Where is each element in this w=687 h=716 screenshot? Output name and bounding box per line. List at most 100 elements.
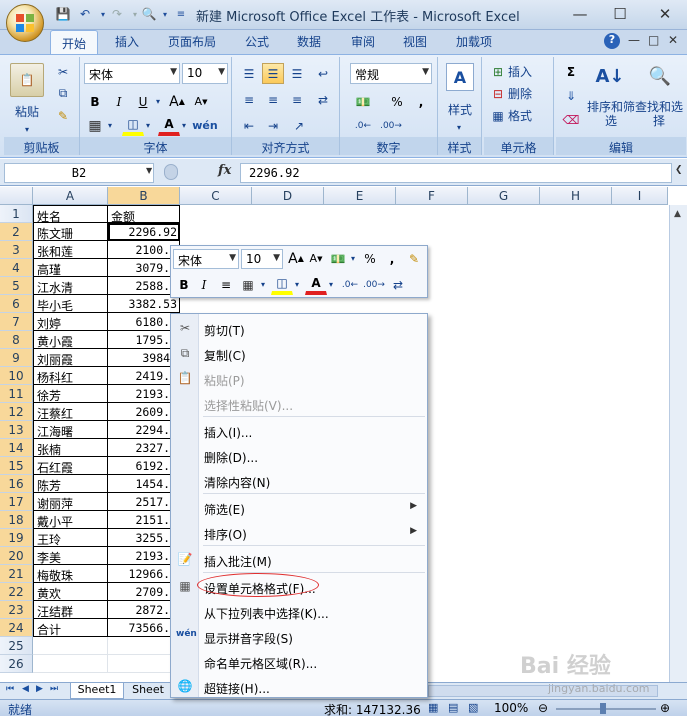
undo-icon[interactable]: ↶ — [76, 5, 94, 23]
format-cells-button[interactable]: 格式 — [508, 105, 532, 126]
format-painter-icon[interactable]: ✎ — [52, 105, 74, 126]
cell-name[interactable]: 李美 — [33, 547, 108, 565]
vertical-scrollbar[interactable]: ▲ — [669, 205, 687, 682]
chevron-down-icon[interactable]: ▼ — [422, 67, 429, 77]
font-size-combo[interactable]: 10 ▼ — [182, 63, 228, 84]
row-header[interactable]: 1 — [0, 205, 33, 223]
increase-decimal-icon[interactable]: .0← — [352, 115, 374, 136]
mini-bold-icon[interactable]: B — [173, 274, 195, 295]
chevron-down-icon[interactable]: ▼ — [218, 67, 225, 77]
align-middle-icon[interactable]: ☰ — [262, 63, 284, 84]
save-icon[interactable]: 💾 — [54, 5, 72, 23]
zoom-out-icon[interactable]: ⊖ — [538, 701, 548, 715]
sort-filter-icon[interactable]: A↓ — [592, 61, 628, 91]
menu-item-cut[interactable]: ✂ 剪切(T) — [171, 318, 427, 342]
tab-formulas[interactable]: 公式 — [245, 33, 269, 50]
zoom-in-icon[interactable]: ⊕ — [660, 701, 670, 715]
menu-item-show-phonetic[interactable]: wén 显示拼音字段(S) — [171, 626, 427, 650]
cell-name[interactable]: 江海曙 — [33, 421, 108, 439]
row-header[interactable]: 10 — [0, 367, 33, 385]
tab-home[interactable]: 开始 — [50, 30, 98, 55]
increase-indent-icon[interactable]: ⇥ — [262, 115, 284, 136]
mini-border-dropdown-icon[interactable]: ▾ — [259, 274, 267, 295]
sheet-tab-sheet2[interactable]: Sheet — [126, 683, 170, 699]
column-header[interactable]: G — [468, 187, 540, 205]
normal-view-icon[interactable]: ▦ — [428, 701, 438, 714]
menu-item-paste[interactable]: 📋 粘贴(P) — [171, 368, 427, 392]
row-header[interactable]: 3 — [0, 241, 33, 259]
mini-grow-font-icon[interactable]: A ▲ — [285, 248, 307, 269]
cell-name[interactable]: 刘丽霞 — [33, 349, 108, 367]
menu-item-name-range[interactable]: 命名单元格区域(R)... — [171, 651, 427, 675]
chevron-down-icon[interactable]: ▼ — [170, 67, 177, 77]
name-box-dropdown-icon[interactable]: ▼ — [146, 166, 152, 175]
mini-increase-decimal-icon[interactable]: .0← — [339, 274, 361, 295]
column-header[interactable]: C — [180, 187, 252, 205]
format-cells-icon[interactable]: ▦ — [488, 105, 508, 126]
expand-formula-bar-icon[interactable]: ❮ — [675, 165, 683, 175]
mini-percent-button[interactable]: % — [359, 248, 381, 269]
cell-name[interactable]: 陈芳 — [33, 475, 108, 493]
select-all-corner[interactable] — [0, 187, 33, 205]
align-left-icon[interactable]: ≡ — [238, 89, 260, 110]
grow-font-icon[interactable]: A ▲ — [166, 91, 188, 112]
redo-icon[interactable]: ↷ — [108, 5, 126, 23]
column-header[interactable]: E — [324, 187, 396, 205]
next-sheet-icon[interactable]: ▶ — [36, 684, 43, 694]
row-header[interactable]: 24 — [0, 619, 33, 637]
bold-icon[interactable]: B — [84, 91, 106, 112]
merge-center-icon[interactable]: ⇄ — [312, 89, 334, 110]
cell-name[interactable]: 石红霞 — [33, 457, 108, 475]
column-header[interactable]: I — [612, 187, 668, 205]
tab-addins[interactable]: 加载项 — [456, 33, 492, 50]
phonetic-guide-icon[interactable]: wén — [192, 113, 218, 137]
cell-name[interactable]: 谢丽萍 — [33, 493, 108, 511]
styles-icon[interactable]: A — [446, 63, 474, 91]
mini-fill-color-icon[interactable]: ◫ — [271, 274, 293, 295]
cell-name[interactable]: 江水清 — [33, 277, 108, 295]
mini-border-icon[interactable]: ▦ — [237, 274, 259, 295]
insert-function-icon[interactable]: fx — [218, 163, 231, 178]
mini-center-icon[interactable]: ≡ — [215, 274, 237, 295]
zoom-slider-thumb[interactable] — [600, 703, 606, 714]
cell-name[interactable]: 合计 — [33, 619, 108, 637]
mini-size-combo[interactable]: 10 ▼ — [241, 249, 283, 269]
mini-currency-icon[interactable]: 💵 — [327, 248, 349, 269]
row-header[interactable]: 5 — [0, 277, 33, 295]
cell-name[interactable]: 王玲 — [33, 529, 108, 547]
row-header[interactable]: 21 — [0, 565, 33, 583]
mini-italic-icon[interactable]: I — [193, 274, 215, 295]
column-header[interactable]: A — [33, 187, 108, 205]
close-button[interactable]: ✕ — [650, 3, 680, 25]
column-header[interactable]: H — [540, 187, 612, 205]
cell-name[interactable]: 刘婷 — [33, 313, 108, 331]
currency-icon[interactable]: 💵 — [352, 91, 374, 112]
wrap-text-icon[interactable]: ↩ — [312, 63, 334, 84]
office-button[interactable] — [6, 4, 44, 42]
fill-color-icon[interactable]: ◫ — [122, 115, 144, 136]
row-header[interactable]: 4 — [0, 259, 33, 277]
clear-icon[interactable]: ⌫ — [560, 109, 582, 130]
percent-button[interactable]: % — [386, 91, 408, 112]
cell-name[interactable]: 汪结群 — [33, 601, 108, 619]
tab-data[interactable]: 数据 — [297, 33, 321, 50]
name-box[interactable]: B2 — [4, 163, 154, 183]
minimize-button[interactable]: — — [565, 3, 595, 25]
row-header[interactable]: 16 — [0, 475, 33, 493]
border-dropdown-icon[interactable]: ▾ — [106, 115, 114, 136]
menu-item-copy[interactable]: ⧉ 复制(C) — [171, 343, 427, 367]
cell-name[interactable] — [33, 655, 108, 673]
menu-item-clear-contents[interactable]: 清除内容(N) — [171, 470, 427, 494]
row-header[interactable]: 12 — [0, 403, 33, 421]
sort-filter-button[interactable]: 排序和筛选 — [586, 99, 636, 129]
sheet-tab-sheet1[interactable]: Sheet1 — [70, 683, 124, 699]
find-select-icon[interactable]: 🔍 — [642, 61, 678, 91]
comma-button[interactable]: , — [410, 91, 432, 112]
cell-name[interactable]: 张楠 — [33, 439, 108, 457]
cell-name[interactable]: 黄欢 — [33, 583, 108, 601]
page-layout-view-icon[interactable]: ▤ — [448, 701, 458, 714]
tab-insert[interactable]: 插入 — [115, 33, 139, 50]
cell-name[interactable]: 戴小平 — [33, 511, 108, 529]
tab-view[interactable]: 视图 — [403, 33, 427, 50]
mini-currency-dropdown-icon[interactable]: ▾ — [349, 248, 357, 269]
